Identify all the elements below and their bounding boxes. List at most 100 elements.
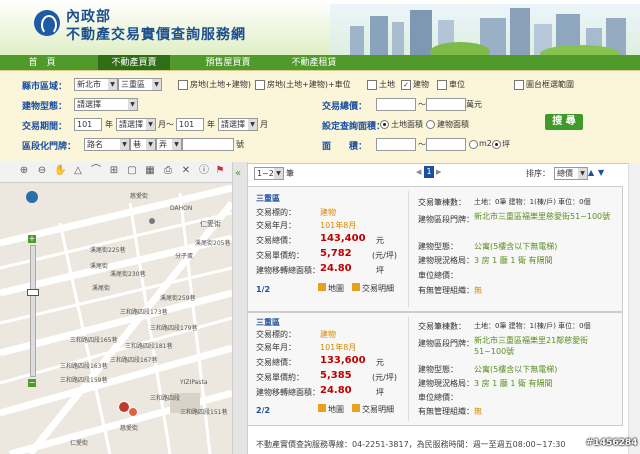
number-input[interactable] [182, 138, 234, 151]
search-button[interactable]: 搜 尋 [545, 114, 583, 130]
field-label: 建物現況格局： [418, 379, 474, 388]
sort-select[interactable]: 總價 ▼ [554, 167, 588, 180]
detail-button[interactable]: 交易明細 [352, 404, 394, 415]
double-chevron-left-icon: « [235, 168, 242, 179]
period-label: 交易期間： [22, 122, 68, 132]
area-label: 面 積： [322, 142, 368, 152]
item-index: 2/2 [256, 406, 271, 415]
grid-icon[interactable]: ▦ [144, 165, 156, 177]
zoom-slider-track[interactable] [30, 245, 36, 377]
transfer-area: 24.80 [320, 385, 352, 396]
field-label: 交易年月： [256, 221, 296, 230]
org-name: 內政部 [66, 9, 111, 25]
field-label: 交易總價： [256, 236, 296, 245]
map-range-checkbox[interactable] [514, 80, 524, 90]
type-checkbox-0[interactable] [178, 80, 188, 90]
field-label: 交易標的： [256, 208, 296, 217]
type-checkbox-3[interactable]: ✓ [401, 80, 411, 90]
select-box-icon[interactable]: ▢ [126, 165, 138, 177]
period-from-month-select[interactable]: 請選擇 ▼ [116, 118, 156, 131]
page-number[interactable]: 1 [424, 166, 434, 178]
card-district[interactable]: 三重區 [256, 193, 280, 204]
zoom-in-icon[interactable]: ⊕ [18, 165, 30, 177]
field-value: 101年8月 [320, 221, 357, 230]
tab-sale[interactable]: 不動產買賣 [98, 55, 170, 70]
field-label: 建物區段門牌： [418, 339, 474, 348]
type-checkbox-4[interactable] [437, 80, 447, 90]
field-value: 3 房 1 廳 1 衛 有隔間 [474, 379, 553, 388]
land-area-radio[interactable] [380, 120, 389, 129]
map-view[interactable]: 慈愛街 DAHON 仁愛街 溪尾街205巷 溪尾街225巷 溪尾街230巷 溪尾… [0, 183, 232, 454]
district-select[interactable]: 三重區 ▼ [118, 78, 162, 91]
field-label: 建物型態： [418, 242, 458, 251]
map-toolbar: ⊕ ⊖ ✋ △ ⌒ ⊞ ▢ ▦ ⎙ ✕ ⓘ ⚑ [0, 162, 232, 183]
field-label: 交易年月： [256, 343, 296, 352]
next-page-icon[interactable]: ▶ [436, 168, 442, 177]
collapse-map-button[interactable]: « [232, 162, 248, 454]
total-price-unit: 萬元 [466, 100, 482, 109]
clear-icon[interactable]: ✕ [180, 165, 192, 177]
type-label-3: 建物 [413, 80, 429, 89]
search-panel: 縣市區域： 新北市 ▼ 三重區 ▼ 房地(土地+建物) 房地(土地+建物)+車位 土… [0, 70, 640, 164]
tab-presale[interactable]: 預售屋買賣 [190, 55, 266, 70]
field-unit: 元 [376, 358, 384, 367]
layer-icon[interactable]: ⊞ [108, 165, 120, 177]
building-type-select[interactable]: 請選擇 ▼ [74, 98, 138, 111]
page-size-select[interactable]: 1~2 ▼ [254, 167, 284, 180]
site-header: 內政部 不動產交易實價查詢服務網 首 頁 不動產買賣 預售屋買賣 不動產租賃 [0, 0, 640, 70]
unit-ping-radio[interactable] [492, 140, 501, 149]
sort-asc-icon[interactable]: ▲ [588, 168, 594, 177]
building-type-label: 建物型態： [22, 102, 68, 112]
print-icon[interactable]: ⎙ [162, 165, 174, 177]
detail-button[interactable]: 交易明細 [352, 283, 394, 294]
measure-area-icon[interactable]: △ [72, 165, 84, 177]
lane-select[interactable]: 巷 ▼ [130, 138, 156, 151]
map-label: 溪尾街259巷 [160, 295, 196, 302]
map-label: 仁愛街 [200, 220, 221, 228]
area-min-input[interactable] [376, 138, 416, 151]
zoom-in-slider-icon[interactable]: + [28, 235, 36, 243]
unit-ping-label: 坪 [502, 140, 510, 149]
results-scrollbar[interactable] [628, 163, 640, 454]
county-label: 縣市區域： [22, 82, 68, 92]
map-label: DAHON [170, 205, 193, 212]
total-price-min-input[interactable] [376, 98, 416, 111]
map-button[interactable]: 地圖 [318, 283, 344, 294]
county-select[interactable]: 新北市 ▼ [74, 78, 118, 91]
site-title: 不動產交易實價查詢服務網 [66, 27, 246, 43]
card-divider [408, 317, 409, 421]
type-checkbox-2[interactable] [367, 80, 377, 90]
pin-icon[interactable]: ⚑ [214, 165, 226, 177]
pan-hand-icon[interactable]: ✋ [54, 165, 66, 177]
map-label: 三和路四段167巷 [110, 357, 158, 364]
period-to-month-select[interactable]: 請選擇 ▼ [218, 118, 258, 131]
field-label: 車位總價： [418, 271, 458, 280]
map-button[interactable]: 地圖 [318, 404, 344, 415]
field-value: 建物 [320, 330, 336, 339]
zoom-slider-handle[interactable] [27, 289, 39, 296]
zoom-out-slider-icon[interactable]: − [28, 379, 36, 387]
info-icon[interactable]: ⓘ [198, 165, 210, 177]
map-label: 溪尾街 [90, 263, 109, 270]
tab-rent[interactable]: 不動產租賃 [276, 55, 352, 70]
property-marker-icon[interactable] [128, 407, 138, 417]
unit-m2-radio[interactable] [469, 140, 478, 149]
pan-control-icon[interactable] [26, 191, 38, 203]
building-area-radio[interactable] [426, 120, 435, 129]
zoom-out-icon[interactable]: ⊖ [36, 165, 48, 177]
road-select[interactable]: 路名 ▼ [84, 138, 130, 151]
card-district[interactable]: 三重區 [256, 317, 280, 328]
type-checkbox-1[interactable] [255, 80, 265, 90]
period-from-year-input[interactable]: 101 [74, 118, 102, 131]
tab-home[interactable]: 首 頁 [12, 55, 72, 70]
sort-desc-icon[interactable]: ▼ [598, 168, 604, 177]
area-max-input[interactable] [426, 138, 466, 151]
alley-select[interactable]: 弄 ▼ [156, 138, 182, 151]
prev-page-icon[interactable]: ◀ [416, 168, 422, 177]
total-price-max-input[interactable] [426, 98, 466, 111]
measure-line-icon[interactable]: ⌒ [90, 165, 102, 177]
map-label: 三和路四段173巷 [120, 309, 168, 316]
type-label-1: 房地(土地+建物)+車位 [267, 80, 351, 89]
address-label: 區段化門牌： [22, 142, 77, 152]
period-to-year-input[interactable]: 101 [176, 118, 204, 131]
